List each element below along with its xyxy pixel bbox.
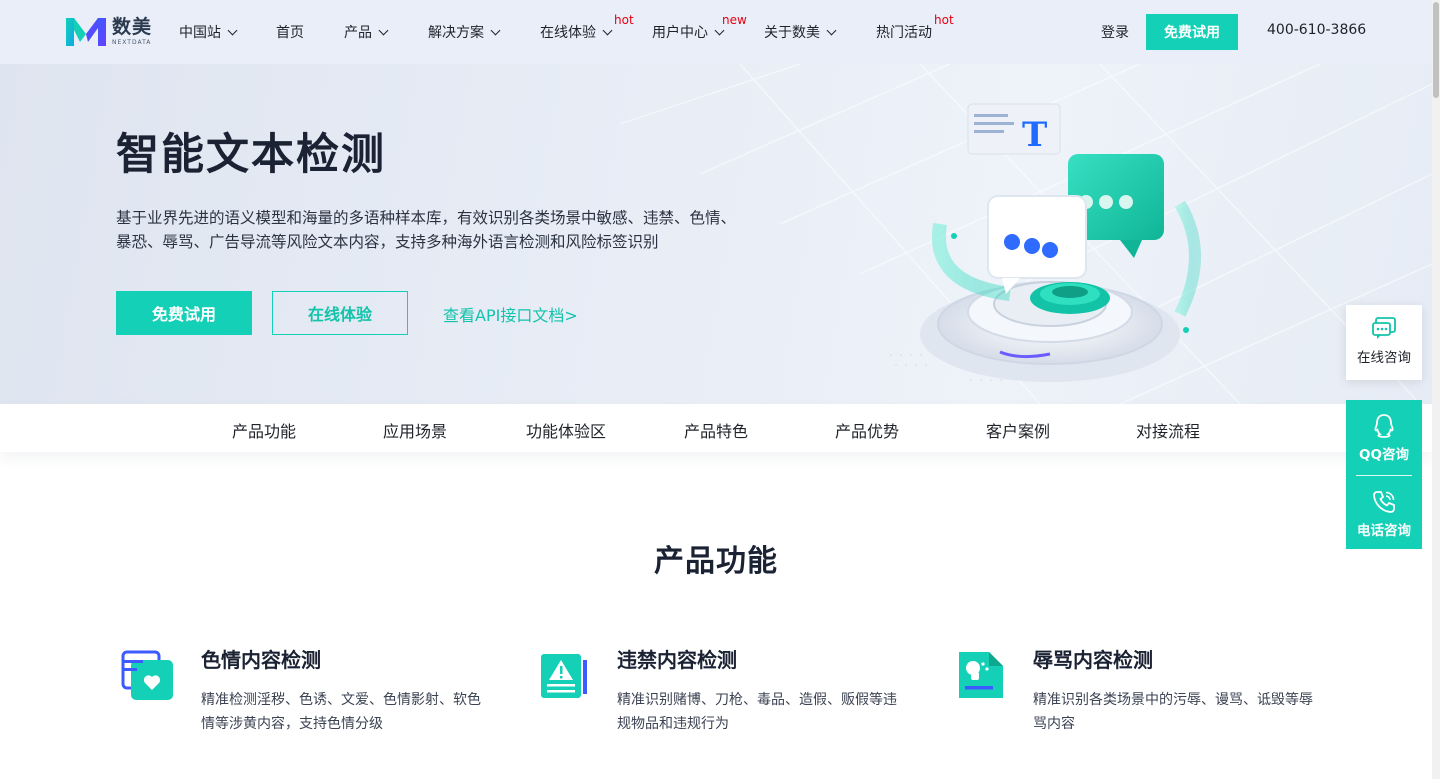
- logo-text: 数美 NEXTDATA: [112, 18, 152, 46]
- section-title: 产品功能: [654, 544, 778, 579]
- nav-label: 用户中心: [652, 25, 708, 41]
- feature-description: 精准识别各类场景中的污辱、谩骂、诋毁等辱骂内容: [1033, 692, 1313, 732]
- section-tabs: 产品功能 应用场景 功能体验区 产品特色 产品优势 客户案例 对接流程: [0, 404, 1432, 452]
- phone-icon: [1373, 491, 1395, 513]
- chevron-down-icon: [826, 25, 837, 35]
- text-moderation-illustration: T: [920, 103, 1201, 382]
- chevron-down-icon: [602, 25, 613, 35]
- brand-logo[interactable]: 数美 NEXTDATA: [66, 15, 158, 49]
- heart-document-icon: [121, 650, 173, 700]
- tab-product-features[interactable]: 产品功能: [232, 418, 296, 442]
- nav-label: 在线体验: [540, 25, 596, 41]
- hot-badge: hot: [614, 13, 634, 27]
- feature-title: 辱骂内容检测: [1033, 648, 1153, 672]
- page-scrollbar[interactable]: [1432, 0, 1440, 779]
- chevron-down-icon: [490, 25, 501, 35]
- hero-online-demo-button[interactable]: 在线体验: [272, 291, 408, 335]
- chat-bubble-icon: [1372, 317, 1396, 339]
- top-header: 数美 NEXTDATA 中国站 首页 产品 解决方案 在线体验 hot 用户中心…: [0, 0, 1432, 64]
- online-consult-label: 在线咨询: [1357, 350, 1411, 366]
- phone-number: 400-610-3866: [1267, 22, 1367, 38]
- nav-user-center[interactable]: 用户中心 new: [652, 13, 747, 42]
- contact-widget: QQ咨询 电话咨询: [1346, 400, 1422, 549]
- nav-solutions[interactable]: 解决方案: [428, 22, 501, 42]
- qq-consult-button[interactable]: QQ咨询: [1346, 400, 1422, 474]
- tab-product-advantages[interactable]: 产品优势: [835, 418, 899, 442]
- hero-description: 基于业界先进的语义模型和海量的多语种样本库，有效识别各类场景中敏感、违禁、色情、…: [116, 209, 737, 251]
- tab-customer-cases[interactable]: 客户案例: [986, 418, 1050, 442]
- nav-label: 产品: [344, 25, 372, 41]
- feature-description: 精准检测淫秽、色诱、文爱、色情影射、软色情等涉黄内容，支持色情分级: [201, 692, 481, 732]
- feature-description: 精准识别赌博、刀枪、毒品、造假、贩假等违规物品和违规行为: [617, 692, 897, 732]
- online-consult-widget[interactable]: 在线咨询: [1346, 305, 1422, 380]
- nav-label: 关于数美: [764, 25, 820, 41]
- nav-home[interactable]: 首页: [276, 22, 304, 42]
- logo-name-cn: 数美: [112, 16, 153, 38]
- feature-title: 色情内容检测: [201, 648, 321, 672]
- nav-online-demo[interactable]: 在线体验 hot: [540, 13, 634, 42]
- tab-product-highlights[interactable]: 产品特色: [684, 418, 748, 442]
- hero-free-trial-button[interactable]: 免费试用: [116, 291, 252, 335]
- nav-label: 解决方案: [428, 25, 484, 41]
- header-free-trial-button[interactable]: 免费试用: [1146, 14, 1238, 50]
- tab-integration-process[interactable]: 对接流程: [1136, 418, 1200, 442]
- nav-events[interactable]: 热门活动 hot: [876, 13, 954, 42]
- hero-title: 智能文本检测: [116, 130, 386, 180]
- hot-badge: hot: [934, 13, 954, 27]
- tab-use-cases[interactable]: 应用场景: [383, 418, 447, 442]
- nav-about[interactable]: 关于数美: [764, 22, 837, 42]
- phone-consult-button[interactable]: 电话咨询: [1346, 476, 1422, 550]
- nav-label: 中国站: [179, 25, 221, 41]
- logo-name-en: NEXTDATA: [112, 39, 152, 46]
- abuse-document-icon: [959, 652, 1003, 698]
- hero-banner: 智能文本检测 基于业界先进的语义模型和海量的多语种样本库，有效识别各类场景中敏感…: [0, 64, 1432, 404]
- logo-mark-icon: [66, 18, 106, 46]
- chevron-down-icon: [378, 25, 389, 35]
- login-link[interactable]: 登录: [1101, 22, 1129, 42]
- new-badge: new: [722, 13, 747, 27]
- chevron-down-icon: [227, 25, 238, 35]
- feature-title: 违禁内容检测: [617, 648, 737, 672]
- nav-label: 首页: [276, 25, 304, 41]
- nav-label: 热门活动: [876, 25, 932, 41]
- phone-consult-label: 电话咨询: [1357, 523, 1411, 539]
- qq-penguin-icon: [1374, 414, 1394, 438]
- svg-text:T: T: [1022, 115, 1047, 155]
- scrollbar-thumb[interactable]: [1433, 2, 1439, 98]
- tab-demo-area[interactable]: 功能体验区: [526, 418, 606, 442]
- warning-document-icon: [541, 654, 587, 698]
- nav-products[interactable]: 产品: [344, 22, 389, 42]
- api-docs-link[interactable]: 查看API接口文档>: [443, 302, 578, 326]
- nav-region-switch[interactable]: 中国站: [179, 22, 238, 42]
- qq-consult-label: QQ咨询: [1359, 447, 1409, 463]
